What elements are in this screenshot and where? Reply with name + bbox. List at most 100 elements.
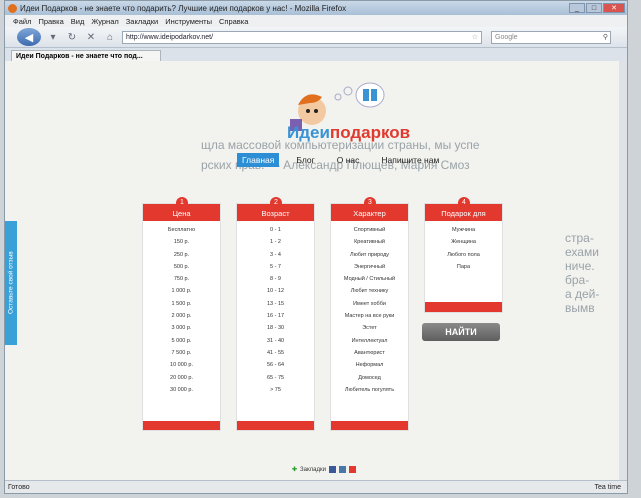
menu-view[interactable]: Вид bbox=[71, 17, 85, 26]
filter-option[interactable]: 31 - 40 bbox=[237, 335, 314, 347]
feedback-tab[interactable]: Оставьте свой отзыв bbox=[5, 221, 17, 345]
filter-option[interactable]: 8 - 9 bbox=[237, 273, 314, 285]
search-box[interactable]: Google ⚲ bbox=[491, 30, 611, 44]
site-nav: Главная Блог О нас Напишите нам bbox=[237, 153, 444, 167]
filter-option[interactable]: Пара bbox=[425, 261, 502, 273]
filter-option[interactable]: Домосед bbox=[331, 372, 408, 384]
menu-edit[interactable]: Правка bbox=[38, 17, 63, 26]
filter-option[interactable]: Эстет bbox=[331, 322, 408, 334]
column-footer bbox=[331, 421, 408, 430]
filter-option[interactable]: Женщина bbox=[425, 236, 502, 248]
filter-option[interactable]: 1 - 2 bbox=[237, 236, 314, 248]
tab-label: Идеи Подарков - не знаете что под... bbox=[16, 53, 143, 60]
menu-tools[interactable]: Инструменты bbox=[165, 17, 212, 26]
filter-option[interactable]: Авантюрист bbox=[331, 347, 408, 359]
filter-option[interactable]: 10 - 12 bbox=[237, 285, 314, 297]
filter-option[interactable]: 41 - 55 bbox=[237, 347, 314, 359]
status-addon: Tea time bbox=[594, 483, 621, 491]
filter-option[interactable]: 56 - 64 bbox=[237, 359, 314, 371]
filter-option[interactable]: Любитель погулять bbox=[331, 384, 408, 396]
menu-history[interactable]: Журнал bbox=[91, 17, 118, 26]
feedback-label: Оставьте свой отзыв bbox=[7, 251, 15, 315]
filter-option[interactable]: 5 000 р. bbox=[143, 335, 220, 347]
maximize-button[interactable]: □ bbox=[586, 3, 602, 13]
menu-help[interactable]: Справка bbox=[219, 17, 248, 26]
filter-option[interactable]: 13 - 15 bbox=[237, 298, 314, 310]
filter-option[interactable]: 750 р. bbox=[143, 273, 220, 285]
bookmark-star-icon[interactable]: ☆ bbox=[472, 33, 478, 41]
bg-right-line: а дей- bbox=[565, 287, 600, 301]
window-title: Идеи Подарков - не знаете что подарить? … bbox=[20, 3, 347, 13]
back-button[interactable]: ◀ bbox=[17, 28, 41, 46]
facebook-icon[interactable] bbox=[329, 466, 336, 473]
url-text: http://www.ideipodarkov.net/ bbox=[126, 33, 214, 41]
menu-bar: Файл Правка Вид Журнал Закладки Инструме… bbox=[5, 15, 627, 27]
filter-option[interactable]: > 75 bbox=[237, 384, 314, 396]
filter-option[interactable]: 150 р. bbox=[143, 236, 220, 248]
filter-option[interactable]: 250 р. bbox=[143, 249, 220, 261]
vertical-scrollbar[interactable] bbox=[619, 61, 627, 481]
filter-option[interactable]: 1 500 р. bbox=[143, 298, 220, 310]
reload-icon[interactable]: ↻ bbox=[65, 30, 79, 44]
filter-option[interactable]: Креативный bbox=[331, 236, 408, 248]
filter-option[interactable]: Имеет хобби bbox=[331, 298, 408, 310]
filter-option[interactable]: Неформал bbox=[331, 359, 408, 371]
window-controls: _ □ ✕ bbox=[569, 3, 625, 13]
filter-option[interactable]: Бесплатно bbox=[143, 224, 220, 236]
forward-dropdown-icon[interactable]: ▾ bbox=[46, 30, 60, 44]
minimize-button[interactable]: _ bbox=[569, 3, 585, 13]
filter-option[interactable]: 10 000 р. bbox=[143, 359, 220, 371]
search-placeholder: Google bbox=[495, 33, 518, 41]
filter-option[interactable]: Интеллектуал bbox=[331, 335, 408, 347]
bg-right-line: вымв bbox=[565, 301, 595, 315]
filter-option[interactable]: Спортивный bbox=[331, 224, 408, 236]
stop-icon[interactable]: ✕ bbox=[84, 30, 98, 44]
home-icon[interactable]: ⌂ bbox=[103, 30, 117, 44]
nav-about[interactable]: О нас bbox=[332, 153, 365, 167]
close-button[interactable]: ✕ bbox=[603, 3, 625, 13]
page-content: щла массовой компьютеризации страны, мы … bbox=[5, 61, 627, 481]
social-bookmarks[interactable]: ✚ Закладки bbox=[292, 466, 356, 473]
share-icon[interactable] bbox=[349, 466, 356, 473]
bg-right-line: бра- bbox=[565, 273, 590, 287]
column-number: 4 bbox=[458, 197, 470, 209]
filter-option[interactable]: 3 000 р. bbox=[143, 322, 220, 334]
nav-home[interactable]: Главная bbox=[237, 153, 280, 167]
filter-option[interactable]: Любит природу bbox=[331, 249, 408, 261]
bg-right-line: ехами bbox=[565, 245, 599, 259]
filter-option[interactable]: Энергичный bbox=[331, 261, 408, 273]
filter-option[interactable]: 16 - 17 bbox=[237, 310, 314, 322]
find-button[interactable]: НАЙТИ bbox=[422, 323, 500, 341]
column-footer bbox=[425, 302, 502, 312]
vk-icon[interactable] bbox=[339, 466, 346, 473]
search-icon[interactable]: ⚲ bbox=[603, 33, 608, 41]
column-footer bbox=[237, 421, 314, 430]
menu-file[interactable]: Файл bbox=[13, 17, 31, 26]
filter-option[interactable]: 500 р. bbox=[143, 261, 220, 273]
filter-option[interactable]: Мастер на все руки bbox=[331, 310, 408, 322]
filter-option[interactable]: 65 - 75 bbox=[237, 372, 314, 384]
filter-option[interactable]: 2 000 р. bbox=[143, 310, 220, 322]
filter-column-price: 1 Цена Бесплатно 150 р. 250 р. 500 р. 750 р.… bbox=[142, 197, 221, 431]
nav-contact[interactable]: Напишите нам bbox=[376, 153, 444, 167]
gender-list: Мужчина Женщина Любого пола Пара bbox=[425, 224, 502, 273]
filter-option[interactable]: 0 - 1 bbox=[237, 224, 314, 236]
character-list: Спортивный Креативный Любит природу Энергич… bbox=[331, 224, 408, 396]
filter-option[interactable]: 1 000 р. bbox=[143, 285, 220, 297]
filter-option[interactable]: Мужчина bbox=[425, 224, 502, 236]
nav-blog[interactable]: Блог bbox=[291, 153, 319, 167]
filter-option[interactable]: 7 500 р. bbox=[143, 347, 220, 359]
address-bar[interactable]: http://www.ideipodarkov.net/ ☆ bbox=[122, 30, 482, 44]
filter-option[interactable]: 20 000 р. bbox=[143, 372, 220, 384]
filter-option[interactable]: 18 - 30 bbox=[237, 322, 314, 334]
menu-bookmarks[interactable]: Закладки bbox=[126, 17, 158, 26]
filter-option[interactable]: 30 000 р. bbox=[143, 384, 220, 396]
filter-column-character: 3 Характер Спортивный Креативный Любит при… bbox=[330, 197, 409, 431]
filter-option[interactable]: Любого пола bbox=[425, 249, 502, 261]
site-logo[interactable]: Идеиподарков bbox=[287, 123, 410, 143]
filter-option[interactable]: 3 - 4 bbox=[237, 249, 314, 261]
filter-option[interactable]: 5 - 7 bbox=[237, 261, 314, 273]
filter-option[interactable]: Модный / Стильный bbox=[331, 273, 408, 285]
filter-option[interactable]: Любит технику bbox=[331, 285, 408, 297]
filter-column-age: 2 Возраст 0 - 11 - 23 - 45 - 78 - 9 10 - … bbox=[236, 197, 315, 431]
